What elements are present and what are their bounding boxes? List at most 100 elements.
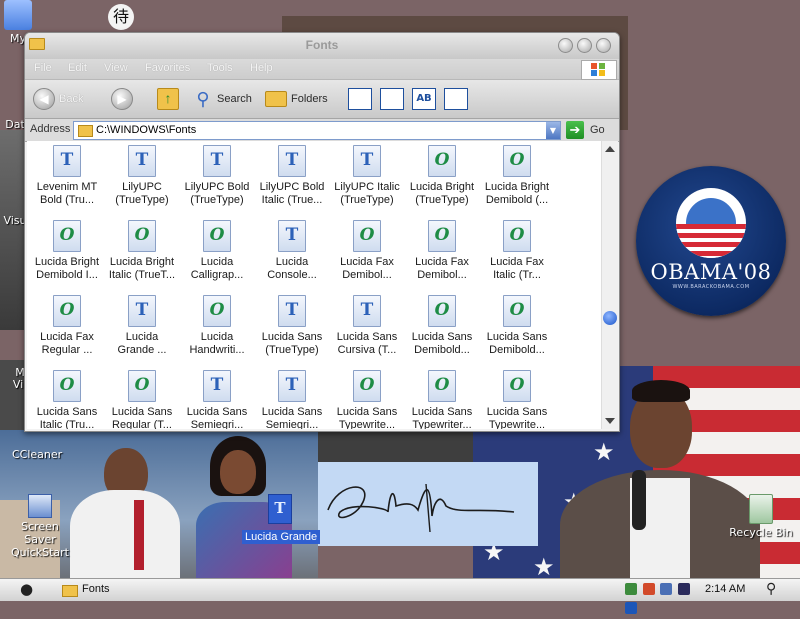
menu-bar: File Edit View Favorites Tools Help bbox=[25, 59, 619, 80]
desktop-icon-recycle-bin[interactable]: Recycle Bin bbox=[728, 494, 794, 539]
font-file-item[interactable]: T LilyUPC Bold (TrueType) bbox=[179, 145, 255, 207]
search-icon: ⚲ bbox=[196, 89, 210, 109]
font-file-item[interactable]: O Lucida Sans Demibold... bbox=[404, 295, 480, 357]
font-file-item[interactable]: T LilyUPC Italic (TrueType) bbox=[329, 145, 405, 207]
menu-help[interactable]: Help bbox=[250, 62, 273, 74]
toolbar: ◀ Back ▶ ↑ ⚲ Search Folders AB bbox=[25, 80, 619, 119]
font-file-item[interactable]: O Lucida Fax Regular ... bbox=[29, 295, 105, 357]
menu-edit[interactable]: Edit bbox=[68, 62, 87, 74]
font-file-item[interactable]: O Lucida Bright Demibold I... bbox=[29, 220, 105, 282]
scroll-down-icon[interactable] bbox=[605, 418, 615, 424]
font-file-item[interactable]: O Lucida Sans Typewriter... bbox=[404, 370, 480, 429]
tray-app-icon[interactable] bbox=[677, 583, 690, 595]
font-file-item[interactable]: T Lucida Grande ... bbox=[104, 295, 180, 357]
font-file-type: (TrueType) bbox=[115, 194, 169, 206]
address-input[interactable]: C:\WINDOWS\Fonts ▼ bbox=[73, 121, 561, 140]
font-file-item[interactable]: T LilyUPC (TrueType) bbox=[104, 145, 180, 207]
view-list-button[interactable] bbox=[380, 88, 404, 110]
fonts-file-list[interactable]: T Levenim MT Bold (Tru... T LilyUPC (TrueType… bbox=[27, 141, 601, 429]
tray-display-icon[interactable] bbox=[660, 583, 672, 595]
font-file-name: Levenim MT bbox=[36, 181, 98, 193]
view-similarity-button[interactable]: AB bbox=[412, 88, 436, 110]
system-tray bbox=[624, 581, 696, 614]
go-button[interactable]: ➔ Go bbox=[566, 121, 605, 139]
go-label: Go bbox=[590, 124, 605, 136]
menu-favorites[interactable]: Favorites bbox=[145, 62, 190, 74]
font-file-item[interactable]: T Lucida Sans Semiegri... bbox=[254, 370, 330, 429]
opentype-font-icon: O bbox=[428, 295, 456, 327]
font-file-name: Lucida Bright bbox=[109, 256, 175, 268]
opentype-font-icon: O bbox=[503, 295, 531, 327]
view-large-icons-button[interactable] bbox=[348, 88, 372, 110]
font-file-item[interactable]: T Levenim MT Bold (Tru... bbox=[29, 145, 105, 207]
font-file-item[interactable]: O Lucida Fax Demibol... bbox=[329, 220, 405, 282]
font-file-item[interactable]: O Lucida Sans Regular (T... bbox=[104, 370, 180, 429]
scroll-thumb[interactable] bbox=[603, 311, 617, 325]
font-file-item[interactable]: T Lucida Console... bbox=[254, 220, 330, 282]
address-dropdown-button[interactable]: ▼ bbox=[546, 122, 560, 139]
font-file-name: Lucida Bright bbox=[34, 256, 100, 268]
menu-view[interactable]: View bbox=[104, 62, 128, 74]
taskbar-clock[interactable]: 2:14 AM bbox=[705, 583, 745, 595]
font-file-item[interactable]: O Lucida Fax Italic (Tr... bbox=[479, 220, 555, 282]
truetype-font-icon: T bbox=[203, 145, 231, 177]
minimize-button[interactable] bbox=[558, 38, 573, 53]
back-button[interactable]: ◀ Back bbox=[33, 88, 83, 110]
close-button[interactable] bbox=[596, 38, 611, 53]
font-file-item[interactable]: T Lucida Sans Cursiva (T... bbox=[329, 295, 405, 357]
desktop-icon-lucida-grande[interactable]: T bbox=[268, 494, 292, 524]
computer-icon bbox=[4, 0, 32, 30]
address-path: C:\WINDOWS\Fonts bbox=[96, 124, 197, 136]
folders-button[interactable]: Folders bbox=[265, 88, 328, 110]
vertical-scrollbar[interactable] bbox=[601, 141, 618, 429]
font-file-item[interactable]: T LilyUPC Bold Italic (True... bbox=[254, 145, 330, 207]
menu-tools[interactable]: Tools bbox=[207, 62, 233, 74]
desktop-icon-lucida-grande-label[interactable]: Lucida Grande bbox=[242, 530, 321, 544]
forward-button[interactable]: ▶ bbox=[111, 88, 137, 110]
desktop-icon-label: CCleaner bbox=[12, 448, 63, 461]
search-icon[interactable]: ⚲ bbox=[766, 581, 776, 597]
apple-icon[interactable]: ● bbox=[20, 581, 36, 597]
taskbar-item-fonts[interactable]: Fonts bbox=[82, 583, 110, 595]
font-file-item[interactable]: O Lucida Sans Italic (Tru... bbox=[29, 370, 105, 429]
menu-file[interactable]: File bbox=[34, 62, 52, 74]
desktop-icon-screen-saver[interactable]: Screen Saver QuickStart bbox=[4, 494, 76, 559]
desktop-icon-ccleaner[interactable]: CCleaner bbox=[12, 448, 72, 461]
up-button[interactable]: ↑ bbox=[157, 88, 183, 110]
font-file-item[interactable]: O Lucida Bright (TrueType) bbox=[404, 145, 480, 207]
scroll-up-icon[interactable] bbox=[605, 146, 615, 152]
font-file-item[interactable]: O Lucida Fax Demibol... bbox=[404, 220, 480, 282]
font-file-name: Lucida bbox=[200, 331, 234, 343]
title-bar[interactable]: Fonts bbox=[25, 33, 619, 59]
font-file-item[interactable]: O Lucida Bright Demibold (... bbox=[479, 145, 555, 207]
truetype-font-icon: T bbox=[353, 145, 381, 177]
font-file-item[interactable]: O Lucida Calligrap... bbox=[179, 220, 255, 282]
tray-antivirus-icon[interactable] bbox=[642, 583, 655, 595]
font-file-name: Lucida Sans bbox=[486, 406, 548, 418]
font-file-type: (TrueType) bbox=[415, 194, 469, 206]
font-file-item[interactable]: O Lucida Bright Italic (TrueT... bbox=[104, 220, 180, 282]
flag-star-icon: ★ bbox=[593, 438, 615, 466]
font-file-item[interactable]: O Lucida Sans Typewrite... bbox=[329, 370, 405, 429]
screen-saver-icon bbox=[28, 494, 52, 518]
opentype-font-icon: O bbox=[53, 295, 81, 327]
font-file-item[interactable]: T Lucida Sans (TrueType) bbox=[254, 295, 330, 357]
font-file-item[interactable]: O Lucida Handwriti... bbox=[179, 295, 255, 357]
font-file-type: (TrueType) bbox=[265, 344, 319, 356]
opentype-font-icon: O bbox=[353, 220, 381, 252]
font-file-item[interactable]: O Lucida Sans Typewrite... bbox=[479, 370, 555, 429]
font-file-type: Demibol... bbox=[417, 269, 467, 281]
font-file-item[interactable]: O Lucida Sans Demibold... bbox=[479, 295, 555, 357]
font-file-name: Lucida Sans bbox=[186, 406, 248, 418]
opentype-font-icon: O bbox=[503, 145, 531, 177]
font-file-type: Typewriter... bbox=[412, 419, 472, 429]
search-button[interactable]: ⚲ Search bbox=[193, 88, 251, 110]
font-file-item[interactable]: T Lucida Sans Semiegri... bbox=[179, 370, 255, 429]
opentype-font-icon: O bbox=[53, 220, 81, 252]
tray-bluetooth-icon[interactable] bbox=[625, 602, 637, 614]
tray-network-icon[interactable] bbox=[625, 583, 637, 595]
desktop-icon-shortcut[interactable]: 待 bbox=[104, 4, 138, 32]
wallpaper-photo-side bbox=[0, 130, 24, 330]
view-details-button[interactable] bbox=[444, 88, 468, 110]
maximize-button[interactable] bbox=[577, 38, 592, 53]
